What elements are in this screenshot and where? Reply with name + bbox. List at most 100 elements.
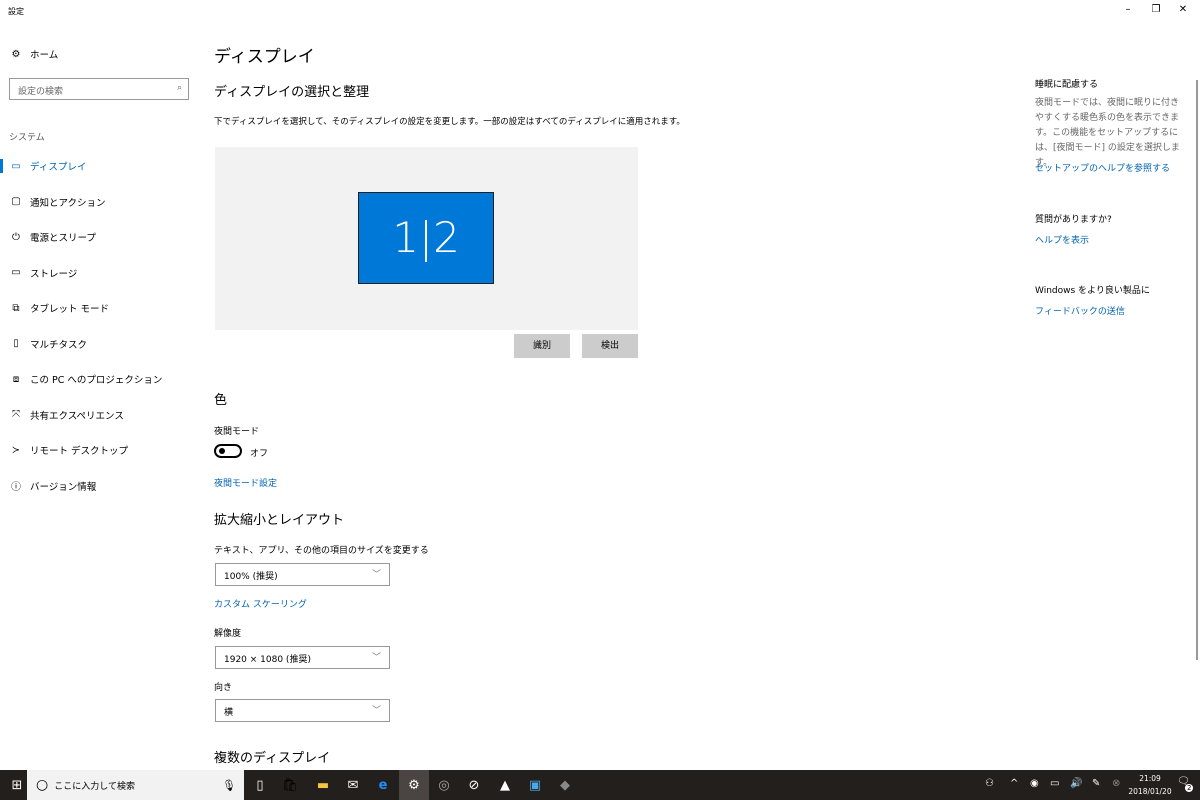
network-icon[interactable]: ▭	[1050, 778, 1059, 789]
clock[interactable]: 21:09 2018/01/20	[1125, 772, 1175, 798]
sidebar-item-notification[interactable]: ▢ 通知とアクション	[0, 188, 200, 216]
pen-icon[interactable]: ✎	[1092, 778, 1100, 789]
resolution-select[interactable]: 1920 × 1080 (推奨) ﹀	[215, 646, 390, 669]
show-help-link[interactable]: ヘルプを表示	[1035, 233, 1089, 246]
night-mode-settings-link[interactable]: 夜間モード設定	[214, 476, 277, 489]
file-explorer-icon[interactable]: ▬	[308, 770, 338, 800]
record-icon[interactable]: ◉	[1030, 778, 1039, 789]
photos-icon[interactable]: ▲	[490, 770, 520, 800]
sidebar-item-label: 通知とアクション	[30, 197, 106, 209]
projection-icon: ⧈	[12, 373, 20, 385]
orientation-value: 横	[224, 708, 234, 718]
window-title: 設定	[8, 7, 24, 16]
taskbar-search-placeholder: ここに入力して検索	[54, 781, 135, 792]
app-icon-2[interactable]: ⊘	[459, 770, 489, 800]
monitor-icon: ▭	[11, 160, 21, 172]
resolution-value: 1920 × 1080 (推奨)	[224, 655, 311, 665]
restore-button[interactable]: ❐	[1141, 4, 1171, 20]
settings-taskbar-icon[interactable]: ⚙	[399, 770, 429, 800]
display-arrangement-area: 1|2	[215, 147, 638, 330]
multiple-displays-heading: 複数のディスプレイ	[214, 751, 331, 766]
monitor-tile[interactable]: 1|2	[358, 192, 494, 284]
sidebar-item-remote[interactable]: ≻ リモート デスクトップ	[0, 436, 200, 464]
storage-icon: ▭	[11, 267, 21, 278]
sidebar-item-label: 共有エクスペリエンス	[30, 410, 124, 422]
chevron-down-icon: ﹀	[371, 570, 381, 580]
settings-search-input[interactable]: 設定の検索 ⌕	[9, 78, 189, 100]
page-title: ディスプレイ	[214, 47, 315, 67]
sidebar-item-projection[interactable]: ⧈ この PC へのプロジェクション	[0, 365, 200, 393]
setup-help-link[interactable]: セットアップのヘルプを参照する	[1035, 161, 1170, 174]
sidebar-item-multitask[interactable]: ▯ マルチタスク	[0, 330, 200, 358]
title-bar: 設定 – ❐ ✕	[0, 0, 1200, 26]
scale-select[interactable]: 100% (推奨) ﹀	[215, 563, 390, 586]
sidebar-item-label: ディスプレイ	[30, 162, 87, 173]
sidebar-item-monitor[interactable]: ▭ ディスプレイ	[0, 152, 200, 180]
sidebar-item-tablet[interactable]: ⧉ タブレット モード	[0, 294, 200, 322]
home-label: ホーム	[30, 50, 59, 61]
sidebar-item-power[interactable]: ⏻ 電源とスリープ	[0, 223, 200, 251]
sleep-heading: 睡眠に配慮する	[1035, 80, 1099, 90]
scale-heading: 拡大縮小とレイアウト	[214, 513, 345, 528]
taskbar-search-box[interactable]: ○ ここに入力して検索 🎙	[27, 770, 244, 800]
people-icon[interactable]: ⚇	[985, 778, 994, 789]
mail-icon[interactable]: ✉	[338, 770, 368, 800]
cortana-icon: ○	[36, 777, 49, 793]
resolution-label: 解像度	[214, 629, 242, 639]
tablet-icon: ⧉	[12, 302, 20, 314]
time: 21:09	[1139, 774, 1161, 783]
orientation-select[interactable]: 横 ﹀	[215, 699, 390, 722]
sleep-description: 夜間モードでは、夜間に眠りに付きやすくする暖色系の色を表示できます。この機能をセ…	[1035, 98, 1180, 168]
orientation-label: 向き	[214, 683, 233, 693]
chevron-down-icon: ﹀	[371, 706, 381, 716]
scale-label: テキスト、アプリ、その他の項目のサイズを変更する	[214, 546, 429, 556]
feedback-heading: Windows をより良い製品に	[1035, 286, 1150, 296]
identify-button[interactable]: 識別	[514, 334, 570, 358]
night-mode-toggle[interactable]	[214, 444, 242, 458]
color-heading: 色	[214, 393, 228, 408]
info-icon: ⓘ	[11, 482, 21, 493]
microphone-icon: 🎙	[222, 778, 236, 792]
sidebar-item-label: ストレージ	[30, 268, 78, 280]
night-mode-label: 夜間モード	[214, 427, 260, 437]
shared-icon: ⤧	[12, 409, 20, 420]
edge-icon[interactable]: e	[368, 770, 398, 800]
chevron-down-icon: ﹀	[371, 653, 381, 663]
sidebar-home[interactable]: ⚙ ホーム	[0, 40, 200, 68]
power-icon: ⏻	[12, 231, 20, 243]
sidebar-item-label: この PC へのプロジェクション	[30, 375, 163, 386]
sidebar-item-label: マルチタスク	[30, 339, 88, 351]
gear-icon: ⚙	[11, 48, 21, 60]
sidebar-item-info[interactable]: ⓘ バージョン情報	[0, 472, 200, 500]
chevron-up-icon[interactable]: ^	[1010, 778, 1018, 789]
toggle-knob	[219, 448, 225, 454]
app-icon-3[interactable]: ▣	[520, 770, 550, 800]
scale-value: 100% (推奨)	[224, 572, 278, 582]
sidebar-item-storage[interactable]: ▭ ストレージ	[0, 259, 200, 287]
search-placeholder: 設定の検索	[18, 87, 64, 97]
feedback-link[interactable]: フィードバックの送信	[1035, 304, 1125, 317]
app-icon-4[interactable]: ◆	[550, 770, 580, 800]
questions-heading: 質問がありますか?	[1035, 215, 1112, 225]
custom-scaling-link[interactable]: カスタム スケーリング	[214, 597, 307, 610]
detect-button[interactable]: 検出	[582, 334, 638, 358]
volume-icon[interactable]: 🔊	[1070, 778, 1082, 789]
sidebar-item-shared[interactable]: ⤧ 共有エクスペリエンス	[0, 401, 200, 429]
close-button[interactable]: ✕	[1168, 4, 1198, 20]
app-icon-1[interactable]: ◎	[429, 770, 459, 800]
remote-icon: ≻	[11, 444, 21, 456]
night-mode-state: オフ	[250, 449, 269, 459]
sidebar-item-label: タブレット モード	[30, 304, 110, 315]
sidebar-item-label: リモート デスクトップ	[30, 446, 129, 457]
sidebar-item-label: 電源とスリープ	[30, 233, 96, 244]
sidebar-section-label: システム	[9, 133, 45, 143]
sidebar-item-label: バージョン情報	[30, 481, 97, 493]
notification-icon: ▢	[11, 196, 21, 207]
action-center-icon[interactable]: 🗨 2	[1177, 776, 1194, 792]
close-circle-icon[interactable]: ⊗	[1112, 778, 1120, 789]
store-icon[interactable]: 🛍	[275, 770, 305, 800]
scrollbar[interactable]	[1196, 80, 1198, 660]
arrange-description: 下でディスプレイを選択して、そのディスプレイの設定を変更します。一部の設定はすべ…	[214, 117, 685, 127]
task-view-icon[interactable]: ▯	[245, 770, 275, 800]
minimize-button[interactable]: –	[1113, 4, 1143, 20]
